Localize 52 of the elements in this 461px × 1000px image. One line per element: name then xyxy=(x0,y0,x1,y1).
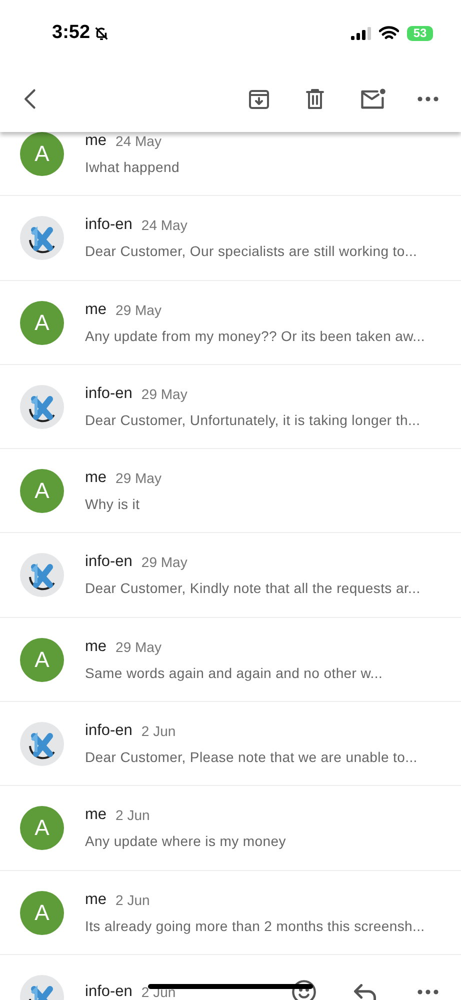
message-snippet: Dear Customer, Kindly note that all the requests ar... xyxy=(85,580,422,596)
message-snippet: Dear Customer, Unfortunately, it is taking longer th... xyxy=(85,412,422,428)
trash-icon xyxy=(303,87,327,111)
sender-name: info-en xyxy=(85,982,132,1000)
message-snippet: Any update where is my money xyxy=(85,833,287,850)
message-snippet: Dear Customer, Please note that we are unable to... xyxy=(85,749,418,766)
reply-icon xyxy=(354,984,376,1000)
sender-avatar: A xyxy=(20,300,64,345)
wifi-icon xyxy=(379,26,399,40)
sender-avatar: A xyxy=(20,469,64,514)
more-icon xyxy=(417,988,439,995)
bell-off-icon xyxy=(93,24,110,42)
sender-avatar: A xyxy=(20,132,64,176)
logo-avatar-icon xyxy=(20,216,64,260)
logo-avatar-icon xyxy=(20,553,64,598)
sender-name: me xyxy=(85,890,107,909)
message-date: 2 Jun xyxy=(116,892,150,908)
sender-name: info-en xyxy=(85,553,132,572)
message-date: 29 May xyxy=(116,470,162,486)
archive-icon xyxy=(247,87,271,111)
message-date: 29 May xyxy=(141,386,188,402)
sender-name: me xyxy=(85,132,107,150)
sender-avatar: A xyxy=(20,890,64,935)
more-icon xyxy=(417,96,439,102)
logo-avatar-icon xyxy=(20,722,64,766)
sender-name: info-en xyxy=(85,216,132,234)
sender-name: me xyxy=(85,469,107,488)
message-date: 29 May xyxy=(116,638,162,655)
sender-name: me xyxy=(85,806,107,824)
message-snippet: Dear Customer, Our specialists are still working to... xyxy=(85,243,418,260)
status-time: 3:52 xyxy=(52,22,90,44)
sender-name: me xyxy=(85,638,107,656)
signal-icon xyxy=(351,26,371,40)
message-date: 24 May xyxy=(116,133,162,149)
message-date: 29 May xyxy=(116,302,162,318)
message-snippet: Any update from my money?? Or its been taken aw... xyxy=(85,328,426,344)
sender-name: info-en xyxy=(85,384,132,403)
message-date: 2 Jun xyxy=(116,807,150,824)
message-date: 2 Jun xyxy=(141,723,176,740)
logo-avatar-icon xyxy=(20,384,64,429)
message-date: 29 May xyxy=(141,554,188,570)
sender-name: info-en xyxy=(85,722,132,740)
message-snippet: Iwhat happend xyxy=(85,159,180,175)
battery-level: 53 xyxy=(407,26,433,40)
smiley-icon xyxy=(291,978,317,1000)
message-snippet: Why is it xyxy=(85,496,141,512)
message-date: 24 May xyxy=(141,217,188,234)
sender-avatar: A xyxy=(20,806,64,850)
message-snippet: Same words again and again and no other w... xyxy=(85,664,384,681)
message-snippet: Its already going more than 2 months this screensh... xyxy=(85,918,426,934)
sender-name: me xyxy=(85,300,107,319)
sender-avatar: A xyxy=(20,638,64,682)
